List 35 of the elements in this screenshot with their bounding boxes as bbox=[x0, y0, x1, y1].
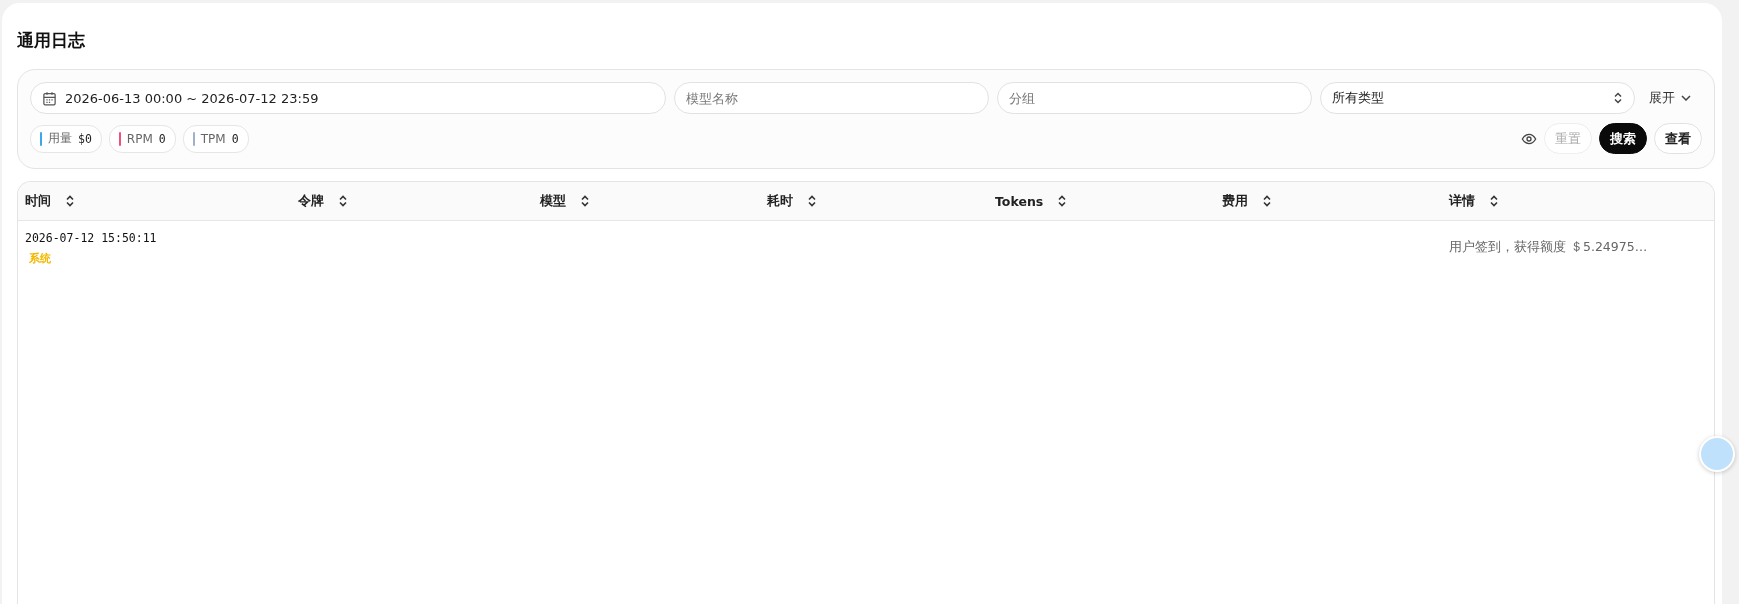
column-header[interactable]: 时间 bbox=[25, 192, 51, 210]
sort-icon[interactable] bbox=[807, 195, 817, 207]
group-field[interactable]: 分组 bbox=[997, 82, 1312, 114]
sort-icon[interactable] bbox=[338, 195, 348, 207]
sort-icon[interactable] bbox=[1262, 195, 1272, 207]
column-header[interactable]: 令牌 bbox=[298, 192, 324, 210]
sort-icon[interactable] bbox=[580, 195, 590, 207]
chevron-down-icon bbox=[1681, 95, 1691, 101]
date-range-field[interactable]: 2026-06-13 00:00 ~ 2026-07-12 23:59 bbox=[30, 82, 666, 114]
column-header[interactable]: 模型 bbox=[540, 192, 566, 210]
expand-button[interactable]: 展开 bbox=[1643, 89, 1699, 107]
sort-icon[interactable] bbox=[1057, 195, 1068, 207]
stat-value: 0 bbox=[158, 131, 166, 146]
sort-icon[interactable] bbox=[65, 195, 75, 207]
column-header[interactable]: 耗时 bbox=[767, 192, 793, 210]
column-header[interactable]: 费用 bbox=[1222, 192, 1248, 210]
column-header[interactable]: Tokens bbox=[995, 193, 1044, 209]
search-button[interactable]: 搜索 bbox=[1599, 123, 1647, 154]
view-button[interactable]: 查看 bbox=[1654, 123, 1702, 154]
sort-icon[interactable] bbox=[1489, 195, 1499, 207]
stat-label: 用量 bbox=[48, 130, 72, 147]
details-cell-text: 用户签到，获得额度 ＄5.24975… bbox=[1449, 239, 1649, 256]
calendar-icon bbox=[42, 90, 57, 106]
date-range-text: 2026-06-13 00:00 ~ 2026-07-12 23:59 bbox=[65, 90, 319, 106]
stat-label: RPM bbox=[126, 131, 153, 146]
chevron-updown-icon bbox=[1613, 92, 1623, 104]
stat-value: 0 bbox=[231, 131, 239, 146]
type-select[interactable]: 所有类型 bbox=[1320, 82, 1635, 114]
stat-value: $0 bbox=[78, 131, 92, 146]
type-tag: 系统 bbox=[29, 251, 51, 266]
column-header[interactable]: 详情 bbox=[1449, 192, 1475, 210]
model-field[interactable]: 模型名称 bbox=[674, 82, 989, 114]
page-title: 通用日志 bbox=[17, 29, 86, 52]
time-cell-text: 2026-07-12 15:50:11 bbox=[25, 231, 158, 245]
stat-label: TPM bbox=[200, 131, 226, 146]
